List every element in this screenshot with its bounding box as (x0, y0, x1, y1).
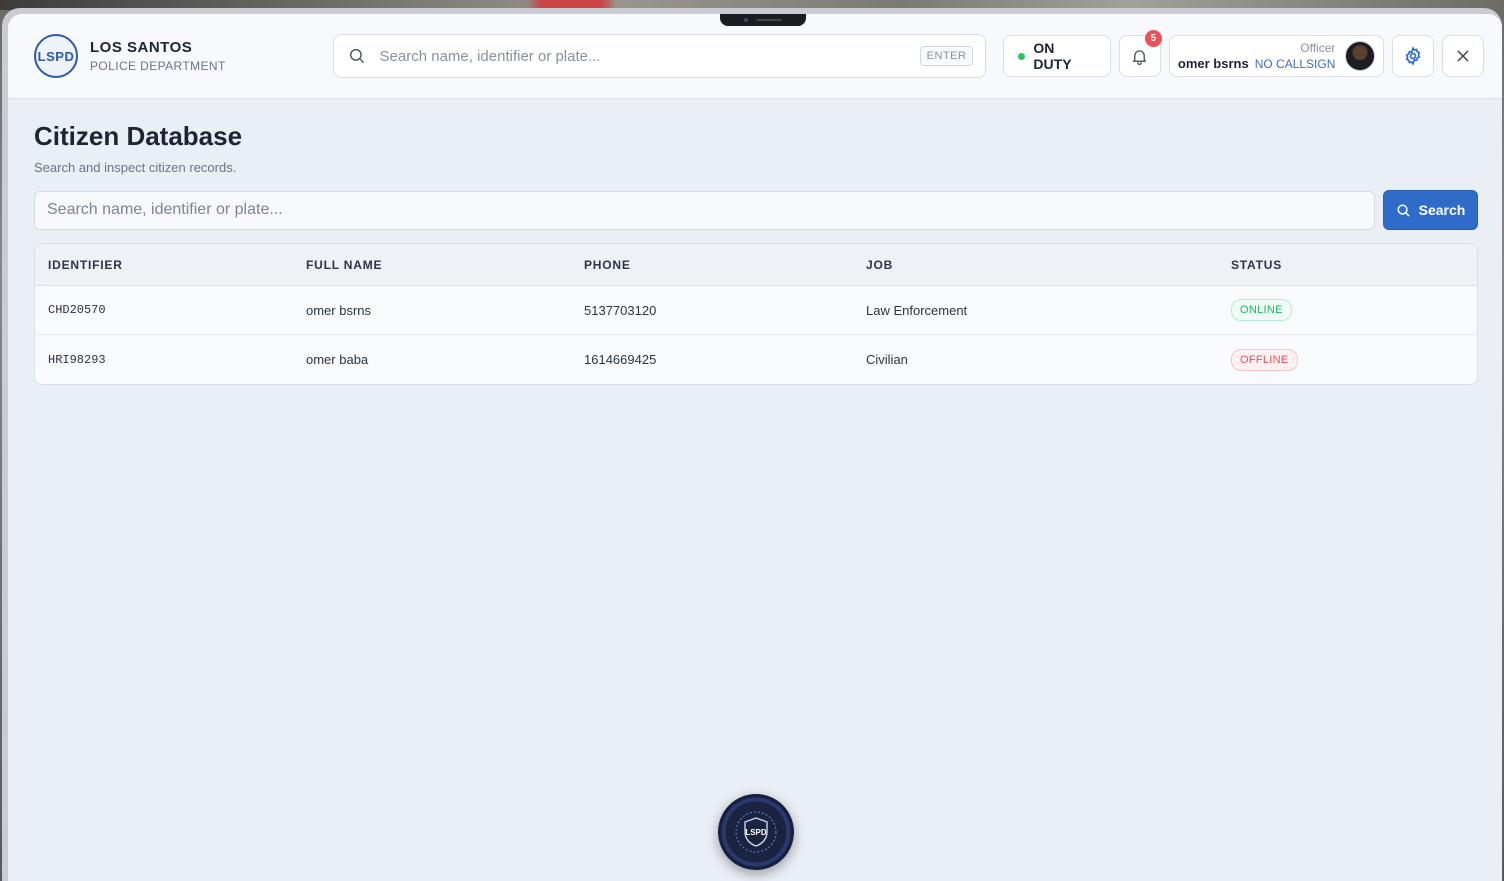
duty-status-label: ON DUTY (1033, 40, 1072, 72)
search-icon (1397, 203, 1410, 217)
bell-icon (1133, 49, 1147, 65)
status-badge: OFFLINE (1231, 348, 1298, 371)
brand-title: LOS SANTOS (90, 39, 193, 56)
global-search[interactable]: ENTER (332, 34, 987, 78)
notifications-button[interactable]: 5 (1119, 30, 1162, 77)
officer-role: Officer (1300, 41, 1336, 55)
column-header-status: STATUS (1231, 257, 1283, 272)
table-header: IDENTIFIER FULL NAME PHONE JOB STATUS (35, 244, 1477, 286)
citizen-search-input[interactable] (47, 201, 1362, 219)
cell-job: Civilian (866, 352, 908, 367)
citizen-table: IDENTIFIER FULL NAME PHONE JOB STATUS CH… (34, 243, 1478, 385)
officer-callsign: NO CALLSIGN (1254, 57, 1336, 71)
column-header-phone: PHONE (584, 257, 631, 272)
global-search-input[interactable] (379, 47, 920, 65)
column-header-full-name: FULL NAME (306, 257, 383, 272)
notification-count-badge: 5 (1144, 30, 1162, 47)
lspd-badge-icon: LSPD (735, 811, 777, 853)
column-header-identifier: IDENTIFIER (48, 257, 123, 272)
cell-phone: 5137703120 (584, 302, 657, 318)
search-button-label: Search (1418, 202, 1466, 218)
search-icon (349, 48, 364, 64)
cell-full-name: omer bsrns (306, 302, 372, 318)
tablet-screen: LSPD LOS SANTOS POLICE DEPARTMENT ENTER … (8, 14, 1502, 881)
lspd-home-button[interactable]: LSPD (718, 794, 794, 870)
page-subtitle: Search and inspect citizen records. (34, 160, 237, 175)
duty-status-dot (1018, 52, 1026, 60)
citizen-search-field[interactable] (34, 190, 1375, 230)
brand-subtitle: POLICE DEPARTMENT (90, 59, 226, 73)
search-button[interactable]: Search (1383, 190, 1478, 230)
table-row[interactable]: HRI98293 omer baba 1614669425 Civilian O… (35, 335, 1477, 384)
cell-phone: 1614669425 (584, 352, 657, 367)
avatar (1345, 41, 1376, 71)
officer-profile[interactable]: Officer omer bsrns NO CALLSIGN (1168, 35, 1385, 77)
fab-label: LSPD (745, 828, 767, 837)
enter-shortcut-hint: ENTER (919, 46, 974, 66)
gear-icon (1405, 46, 1421, 66)
main-content: Citizen Database Search and inspect citi… (8, 99, 1502, 385)
tablet-frame: LSPD LOS SANTOS POLICE DEPARTMENT ENTER … (2, 8, 1502, 881)
top-header: LSPD LOS SANTOS POLICE DEPARTMENT ENTER … (8, 14, 1502, 99)
settings-button[interactable] (1392, 35, 1435, 77)
lspd-logo: LSPD (34, 34, 78, 78)
close-button[interactable] (1442, 35, 1484, 77)
page-title: Citizen Database (34, 121, 243, 151)
status-badge: ONLINE (1231, 299, 1292, 321)
close-icon (1457, 50, 1469, 62)
table-row[interactable]: CHD20570 omer bsrns 5137703120 Law Enfor… (35, 286, 1477, 335)
cell-identifier: CHD20570 (48, 303, 106, 317)
cell-full-name: omer baba (306, 352, 369, 367)
brand: LSPD LOS SANTOS POLICE DEPARTMENT (34, 34, 333, 78)
cell-job: Law Enforcement (866, 302, 968, 318)
duty-status-toggle[interactable]: ON DUTY (1003, 35, 1112, 77)
officer-name: omer bsrns (1177, 56, 1249, 71)
camera-notch (720, 14, 806, 26)
column-header-job: JOB (866, 257, 894, 272)
cell-identifier: HRI98293 (48, 352, 106, 367)
